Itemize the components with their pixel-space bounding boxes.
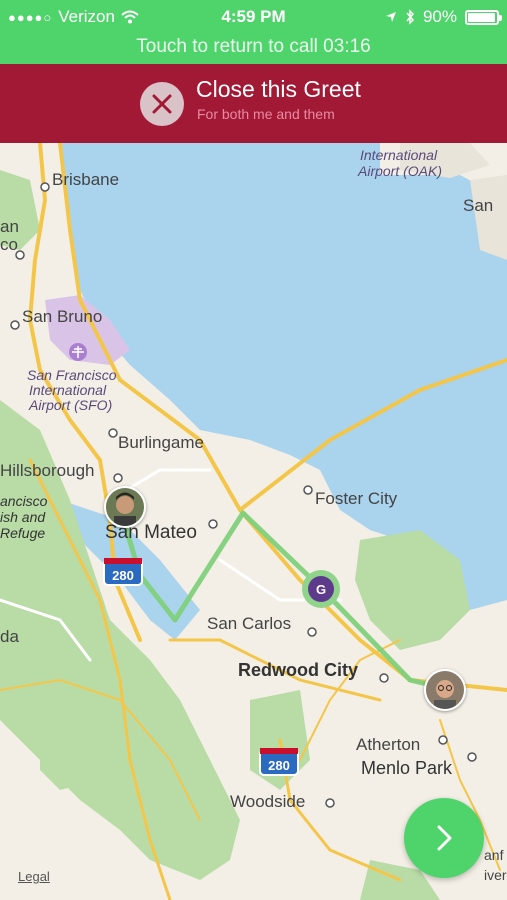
label-san-bruno: San Bruno	[22, 307, 102, 326]
highway-label: 280	[268, 758, 290, 773]
label-atherton: Atherton	[356, 735, 420, 754]
label-co: co	[0, 235, 18, 254]
label-da: da	[0, 627, 19, 646]
label-redwood-city: Redwood City	[238, 660, 358, 680]
status-right: 90%	[385, 7, 502, 27]
label-brisbane: Brisbane	[52, 170, 119, 189]
label-oak-2: International	[360, 147, 438, 163]
map-view[interactable]: 280 280 Brisbane International Airport (…	[0, 143, 507, 900]
banner-title: Close this Greet	[196, 76, 361, 102]
battery-icon	[465, 9, 502, 25]
label-refuge-3: Refuge	[0, 525, 45, 541]
label-refuge-2: ish and	[0, 509, 46, 525]
label-stanford-1: anf	[484, 847, 504, 863]
avatar-them-image	[426, 671, 464, 709]
avatar-me-image	[106, 488, 144, 526]
highway-label: 280	[112, 568, 134, 583]
label-sfo-3: Airport (SFO)	[28, 397, 112, 413]
close-greet-banner[interactable]: Close this Greet For both me and them	[0, 64, 507, 143]
label-sfo-2: International	[29, 382, 107, 398]
label-san-carlos: San Carlos	[207, 614, 291, 633]
label-foster-city: Foster City	[315, 489, 398, 508]
battery-fill	[468, 12, 495, 22]
bluetooth-icon	[406, 9, 414, 25]
highway-shield-2: 280	[259, 748, 299, 776]
label-oak-3: Airport (OAK)	[357, 163, 442, 179]
next-button[interactable]	[404, 798, 484, 878]
avatar-me[interactable]	[104, 486, 146, 528]
avatar-them[interactable]	[424, 669, 466, 711]
label-san: San	[463, 196, 493, 215]
close-icon	[152, 94, 172, 114]
battery-percent: 90%	[422, 7, 457, 26]
label-hillsborough: Hillsborough	[0, 461, 95, 480]
status-bar: ●●●●○ Verizon 4:59 PM 90%	[0, 0, 507, 34]
label-menlo-park: Menlo Park	[361, 758, 453, 778]
label-burlingame: Burlingame	[118, 433, 204, 452]
return-to-call-bar[interactable]: Touch to return to call 03:16	[0, 34, 507, 64]
meeting-point-label: G	[308, 576, 334, 602]
location-arrow-icon	[385, 12, 396, 22]
airplane-icon	[69, 343, 87, 361]
legal-link[interactable]: Legal	[18, 869, 50, 884]
label-an: an	[0, 217, 19, 236]
close-greet-button[interactable]	[140, 82, 184, 126]
chevron-right-icon	[437, 825, 452, 851]
meeting-point-pin[interactable]: G	[302, 570, 340, 608]
label-sfo-1: San Francisco	[27, 367, 117, 383]
banner-subtitle: For both me and them	[197, 106, 335, 122]
label-refuge-1: ancisco	[0, 493, 48, 509]
label-stanford-2: iver	[484, 867, 507, 883]
label-woodside: Woodside	[230, 792, 305, 811]
highway-shield-1: 280	[103, 558, 143, 586]
